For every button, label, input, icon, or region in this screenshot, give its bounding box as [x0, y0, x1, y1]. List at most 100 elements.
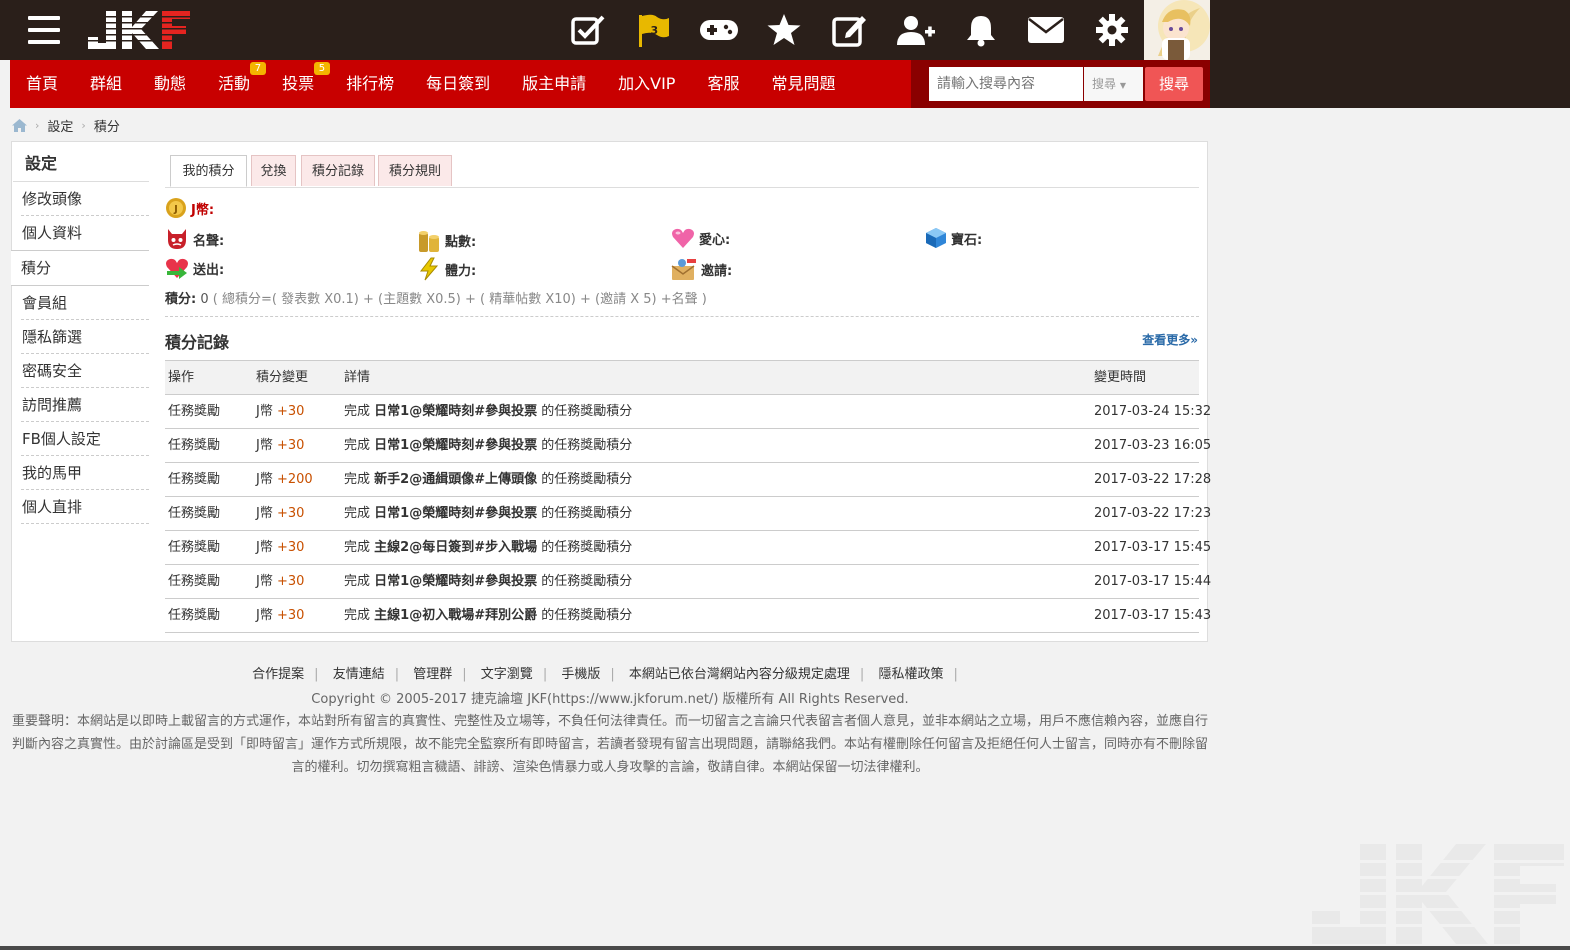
breadcrumb-settings[interactable]: 設定: [47, 116, 73, 135]
row-task-name[interactable]: 日常1@榮耀時刻#參與投票: [374, 404, 537, 419]
header-icon-bar: 3: [555, 0, 1145, 60]
row-credit-change: J幣 +30: [256, 565, 304, 599]
footer-link-privacy[interactable]: 隱私權政策: [878, 667, 943, 682]
nav-item-polls[interactable]: 投票 5: [266, 60, 331, 108]
view-more-link[interactable]: 查看更多»: [1142, 331, 1198, 348]
gamepad-icon[interactable]: [686, 0, 752, 60]
sidebar-item-fb-settings[interactable]: FB個人設定: [11, 422, 149, 456]
tab-exchange[interactable]: 兌換: [251, 155, 296, 186]
nav-label: 動態: [154, 74, 187, 93]
footer-separator: |: [542, 667, 548, 682]
events-count-badge: 7: [249, 62, 267, 75]
row-action: 任務獎勵: [168, 404, 221, 419]
search-select-label: 搜尋: [1092, 77, 1117, 91]
sidebar-item-label: FB個人設定: [22, 430, 101, 448]
jkf-logo[interactable]: [86, 7, 192, 51]
nav-item-groups[interactable]: 群組: [74, 60, 138, 108]
row-credit-change: J幣 +30: [256, 599, 304, 633]
footer-link-admin-group[interactable]: 管理群: [413, 667, 452, 682]
footer-separator: |: [462, 667, 467, 682]
sidebar-item-label: 會員組: [22, 294, 68, 312]
copyright: Copyright © 2005-2017 捷克論壇 JKF(https://w…: [311, 692, 909, 707]
row-currency: J幣: [256, 574, 273, 589]
footer-link-friend-links[interactable]: 友情連結: [333, 667, 385, 682]
row-change-value: +30: [276, 506, 305, 521]
sidebar-item-alt-accounts[interactable]: 我的馬甲: [11, 456, 149, 490]
row-credit-change: J幣 +200: [256, 463, 313, 497]
sidebar-item-avatar[interactable]: 修改頭像: [11, 182, 149, 216]
credit-gem: 寶石:: [925, 227, 982, 249]
nav-item-daily-checkin[interactable]: 每日簽到: [410, 60, 506, 108]
tab-credit-rules[interactable]: 積分規則: [378, 155, 452, 186]
bell-icon[interactable]: [948, 0, 1014, 60]
nav-item-feed[interactable]: 動態: [138, 60, 202, 108]
row-action: 任務獎勵: [168, 574, 221, 589]
row-detail-prefix: 完成: [344, 574, 371, 589]
flag-icon[interactable]: 3: [621, 0, 687, 60]
home-icon[interactable]: [12, 118, 27, 132]
sidebar-item-privacy[interactable]: 隱私篩選: [11, 320, 149, 354]
footer-link-mobile[interactable]: 手機版: [561, 667, 600, 682]
nav-item-faq[interactable]: 常見問題: [755, 60, 851, 108]
row-detail: 完成 日常1@榮耀時刻#參與投票 的任務獎勵積分: [344, 395, 632, 429]
heart-send-icon: [166, 258, 188, 279]
checkbox-icon[interactable]: [555, 0, 621, 60]
nav-item-moderator-apply[interactable]: 版主申請: [506, 60, 602, 108]
summary-value: 0: [200, 292, 209, 307]
credit-label: 名聲:: [193, 233, 225, 249]
add-friend-icon[interactable]: [883, 0, 949, 60]
row-currency: J幣: [256, 438, 273, 453]
credits-summary: 積分: 0 ( 總積分=( 發表數 X0.1) + (主題數 X0.5) + (…: [165, 288, 707, 307]
edit-icon[interactable]: [817, 0, 883, 60]
gear-icon[interactable]: [1079, 0, 1145, 60]
nav-label: 群組: [90, 74, 123, 93]
sidebar-item-profile[interactable]: 個人資料: [11, 216, 149, 250]
jkf-watermark-logo: [1310, 844, 1566, 944]
table-row: 任務獎勵 J幣 +30 完成 日常1@榮耀時刻#參與投票 的任務獎勵積分 2017-0…: [165, 497, 1211, 531]
star-icon[interactable]: [752, 0, 818, 60]
row-action: 任務獎勵: [168, 472, 221, 487]
mail-icon[interactable]: [1014, 0, 1080, 60]
nav-item-home[interactable]: 首頁: [10, 60, 74, 108]
search-input[interactable]: [929, 67, 1083, 101]
search-type-select[interactable]: 搜尋 ▼: [1084, 67, 1143, 101]
nav-label: 投票: [282, 74, 315, 93]
nav-item-support[interactable]: 客服: [691, 60, 755, 108]
top-header: 3: [0, 0, 1210, 60]
user-avatar[interactable]: [1144, 0, 1210, 60]
sidebar-item-usergroup[interactable]: 會員組: [11, 286, 149, 320]
nav-item-events[interactable]: 活動 7: [202, 60, 267, 108]
row-detail-suffix: 的任務獎勵積分: [541, 404, 633, 419]
row-task-name[interactable]: 主線1@初入戰場#拜別公爵: [374, 608, 537, 623]
summary-formula: ( 總積分=( 發表數 X0.1) + (主題數 X0.5) + ( 精華帖數 …: [212, 292, 707, 307]
row-action: 任務獎勵: [168, 438, 221, 453]
divider: [165, 316, 1199, 317]
row-task-name[interactable]: 主線2@每日簽到#步入戰場: [374, 540, 537, 555]
nav-item-rankings[interactable]: 排行榜: [330, 60, 410, 108]
nav-item-join-vip[interactable]: 加入VIP: [602, 60, 691, 108]
row-time: 2017-03-17 15:45: [1094, 540, 1212, 555]
row-task-name[interactable]: 新手2@通緝頭像#上傳頭像: [374, 472, 537, 487]
col-header-time: 變更時間: [1094, 370, 1147, 385]
sidebar-item-credits[interactable]: 積分: [11, 250, 149, 286]
header-background-extension: [1210, 0, 1570, 108]
sidebar-item-referral[interactable]: 訪問推薦: [11, 388, 149, 422]
sidebar-item-password[interactable]: 密碼安全: [11, 354, 149, 388]
coin-icon: J: [166, 198, 186, 218]
row-task-name[interactable]: 日常1@榮耀時刻#參與投票: [374, 438, 537, 453]
menu-icon[interactable]: [28, 16, 60, 44]
tab-credit-log[interactable]: 積分記錄: [301, 155, 375, 186]
settings-sidebar: 設定 修改頭像 個人資料 積分 會員組 隱私篩選 密碼安全 訪問推薦 FB個人設…: [11, 142, 149, 524]
footer-link-rating[interactable]: 本網站已依台灣網站內容分級規定處理: [629, 667, 850, 682]
row-currency: J幣: [256, 506, 273, 521]
row-task-name[interactable]: 日常1@榮耀時刻#參與投票: [374, 506, 537, 521]
sidebar-item-label: 積分: [21, 259, 52, 277]
tab-my-credits[interactable]: 我的積分: [170, 155, 247, 187]
row-credit-change: J幣 +30: [256, 395, 304, 429]
footer-link-text-view[interactable]: 文字瀏覽: [481, 667, 533, 682]
search-button[interactable]: 搜尋: [1145, 67, 1203, 101]
credit-label: 寶石:: [951, 232, 983, 248]
sidebar-item-live[interactable]: 個人直排: [11, 490, 149, 524]
row-task-name[interactable]: 日常1@榮耀時刻#參與投票: [374, 574, 537, 589]
footer-link-partnership[interactable]: 合作提案: [252, 667, 304, 682]
